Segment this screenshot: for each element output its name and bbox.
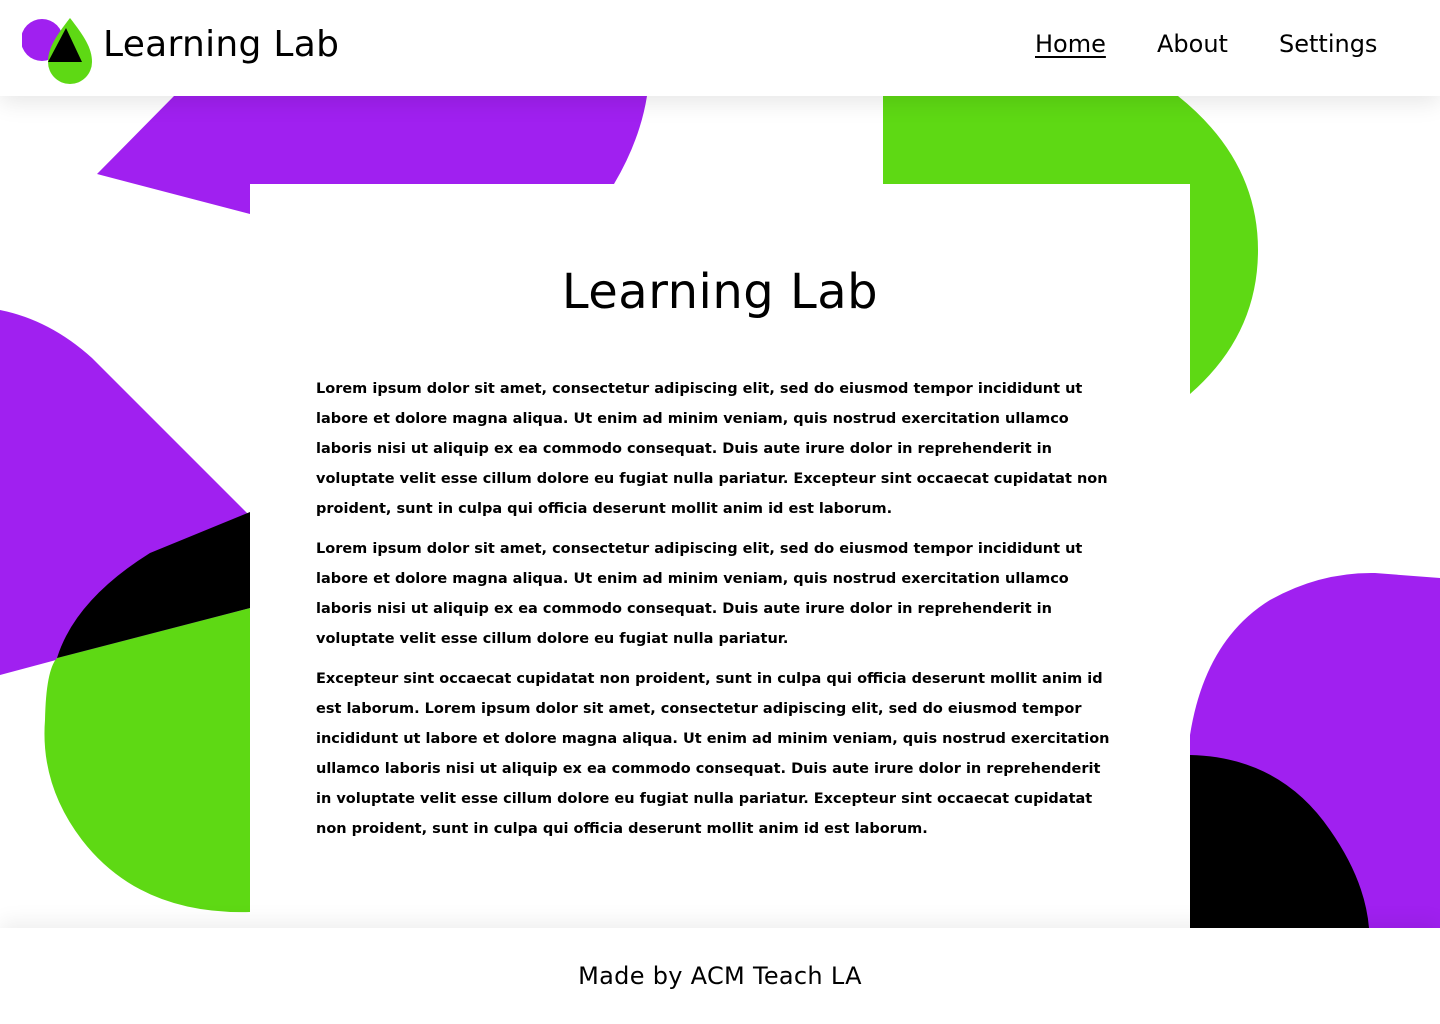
content-body: Lorem ipsum dolor sit amet, consectetur … bbox=[316, 374, 1116, 854]
nav-settings-link[interactable]: Settings bbox=[1279, 30, 1377, 58]
site-footer: Made by ACM Teach LA bbox=[0, 928, 1440, 1024]
footer-credit: Made by ACM Teach LA bbox=[578, 962, 862, 990]
page: Learning Lab Home About Settings Learnin… bbox=[0, 0, 1440, 1024]
page-title: Learning Lab bbox=[561, 264, 879, 320]
site-header: Learning Lab Home About Settings bbox=[0, 0, 1440, 96]
nav-home-link[interactable]: Home bbox=[1035, 30, 1106, 58]
brand-name: Learning Lab bbox=[103, 24, 340, 65]
paragraph-2: Lorem ipsum dolor sit amet, consectetur … bbox=[316, 541, 1083, 647]
logo-home-link[interactable]: Learning Lab bbox=[22, 18, 342, 84]
nav-about-link[interactable]: About bbox=[1157, 30, 1228, 58]
drop-circle-triangle-logo-icon bbox=[22, 18, 92, 84]
paragraph-3: Excepteur sint occaecat cupidatat non pr… bbox=[316, 671, 1110, 837]
content-card: Learning Lab Lorem ipsum dolor sit amet,… bbox=[250, 184, 1190, 928]
paragraph-1: Lorem ipsum dolor sit amet, consectetur … bbox=[316, 381, 1108, 517]
